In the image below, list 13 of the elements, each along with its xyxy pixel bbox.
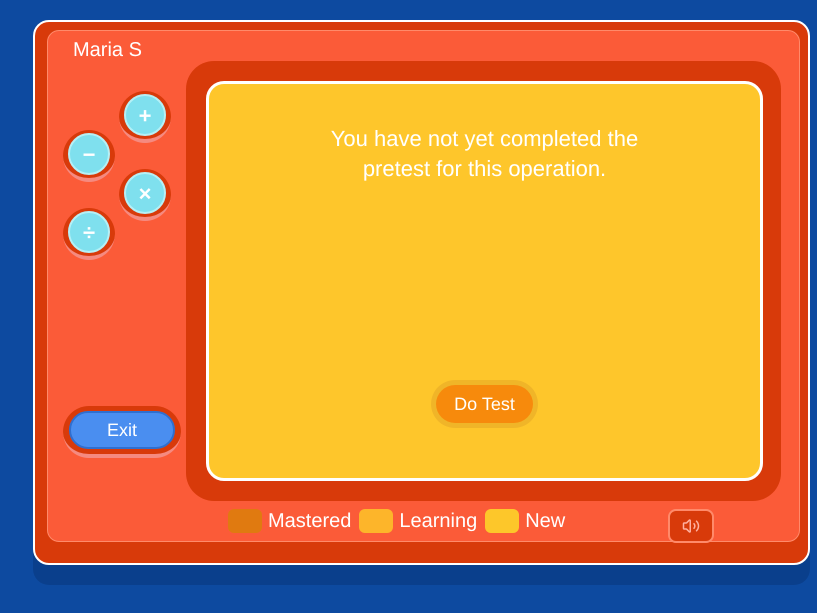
operation-button[interactable]: − — [63, 130, 115, 182]
sound-button[interactable] — [668, 509, 714, 543]
legend-label: Learning — [399, 509, 478, 534]
legend-label: Mastered — [268, 509, 352, 534]
legend-label: New — [525, 509, 566, 534]
operation-button[interactable]: × — [119, 169, 171, 221]
operation-button[interactable]: + — [119, 91, 171, 143]
message-text: You have not yet completed the pretest for this operation. — [330, 125, 640, 183]
do-test-button[interactable]: Do Test — [431, 380, 538, 428]
speaker-icon — [682, 517, 700, 535]
exit-button[interactable]: Exit — [63, 406, 181, 458]
operation-button[interactable]: ÷ — [63, 208, 115, 260]
user-name: Maria S — [73, 38, 143, 63]
